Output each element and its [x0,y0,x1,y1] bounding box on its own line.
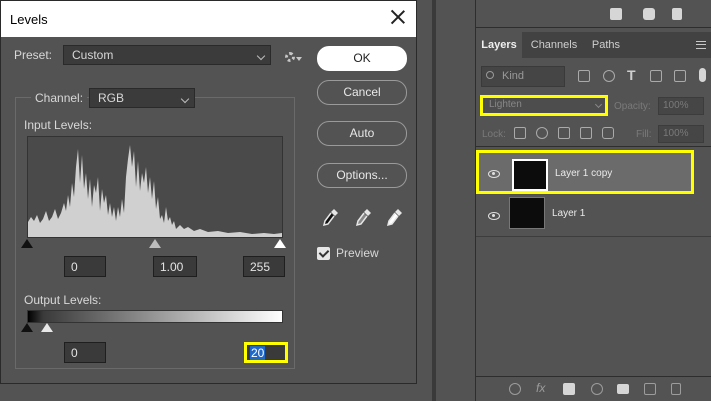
lock-all-icon[interactable] [602,127,614,139]
fill-label: Fill: [636,129,652,140]
workspace-divider [432,0,436,401]
layer-thumbnail[interactable] [512,159,548,191]
lock-artboard-icon[interactable] [580,127,592,139]
close-icon[interactable] [388,7,408,27]
blend-mode-value: Lighten [489,99,522,110]
link-icon[interactable] [509,383,521,395]
layer-row-layer-1-copy[interactable]: Layer 1 copy [476,150,694,194]
trash-icon[interactable] [672,8,682,20]
output-white-value: 20 [250,346,266,360]
channel-value: RGB [98,91,125,105]
adjustment-filter-icon[interactable] [603,70,615,82]
lock-transparent-icon[interactable] [514,127,526,139]
eye-icon[interactable] [488,212,500,220]
new-layer-icon[interactable] [644,383,656,395]
lock-position-icon[interactable] [558,127,570,139]
top-strip [476,0,711,28]
eye-icon[interactable] [488,170,500,178]
mask-icon[interactable] [563,383,575,395]
histogram-graph [28,145,282,237]
output-white-field[interactable]: 20 [244,342,288,363]
preview-checkbox[interactable] [317,247,330,260]
levels-dialog: Levels Preset: Custom Channel: RGB Input… [0,0,417,384]
auto-button[interactable]: Auto [317,121,407,146]
panel-menu-icon[interactable] [696,41,706,49]
trash-icon[interactable] [671,383,681,395]
input-gamma-slider[interactable] [149,239,161,248]
output-black-slider[interactable] [21,323,33,332]
preset-value: Custom [72,48,114,62]
opacity-field[interactable]: 100% [658,97,704,115]
output-white-slider[interactable] [41,323,53,332]
folder-icon[interactable] [617,384,629,394]
layers-bottom-bar: fx [476,376,711,401]
camera-icon[interactable] [643,8,655,20]
fill-field[interactable]: 100% [658,125,704,143]
options-button[interactable]: Options... [317,163,407,188]
white-point-eyedropper-icon[interactable] [386,207,404,227]
search-icon [486,71,494,79]
input-white-field[interactable]: 255 [243,256,285,277]
gray-point-eyedropper-icon[interactable] [355,207,373,227]
image-filter-icon[interactable] [578,70,590,82]
layers-panel: Layers Channels Paths Kind T Lighten Opa… [475,0,711,401]
input-gamma-field[interactable]: 1.00 [153,256,197,277]
fx-icon[interactable]: fx [536,381,545,395]
layer-name: Layer 1 copy [555,168,613,179]
chevron-down-icon [594,100,603,109]
shape-filter-icon[interactable] [650,70,662,82]
dialog-title: Levels [10,12,48,27]
input-black-slider[interactable] [21,239,33,248]
output-levels-label: Output Levels: [24,293,102,307]
new-group-icon[interactable] [610,8,622,20]
black-point-eyedropper-icon[interactable] [322,207,340,227]
ok-button[interactable]: OK [317,46,407,71]
layer-row-layer-1[interactable]: Layer 1 [476,193,711,237]
input-black-field[interactable]: 0 [64,256,106,277]
preview-label: Preview [336,246,379,260]
layer-thumbnail[interactable] [509,197,545,229]
output-black-field[interactable]: 0 [64,342,106,363]
channel-select[interactable]: RGB [89,88,195,108]
input-white-slider[interactable] [274,239,286,248]
histogram [27,136,283,238]
type-filter-icon[interactable]: T [627,67,636,83]
kind-filter-value: Kind [502,70,525,82]
smart-object-filter-icon[interactable] [674,70,686,82]
filter-toggle-icon[interactable] [699,68,706,82]
input-levels-label: Input Levels: [24,118,93,132]
layers-list: Layer 1 copy Layer 1 [476,146,711,376]
preset-label: Preset: [14,48,53,62]
channel-label: Channel: [31,91,88,105]
tab-paths[interactable]: Paths [586,32,626,58]
chevron-down-icon [256,51,266,61]
tab-channels[interactable]: Channels [526,32,582,58]
output-gradient [27,310,283,323]
chevron-down-icon [180,94,190,104]
lock-image-icon[interactable] [536,127,548,139]
dialog-titlebar: Levels [1,1,416,37]
adjustment-icon[interactable] [591,383,603,395]
panel-tabs: Layers Channels Paths [476,32,711,58]
opacity-label: Opacity: [614,101,651,112]
lock-label: Lock: [482,129,506,140]
gear-icon[interactable] [283,48,302,66]
blend-mode-select[interactable]: Lighten [480,95,608,116]
cancel-button[interactable]: Cancel [317,80,407,105]
layer-name: Layer 1 [552,208,586,219]
preset-select[interactable]: Custom [63,45,271,65]
tab-layers[interactable]: Layers [476,32,522,58]
